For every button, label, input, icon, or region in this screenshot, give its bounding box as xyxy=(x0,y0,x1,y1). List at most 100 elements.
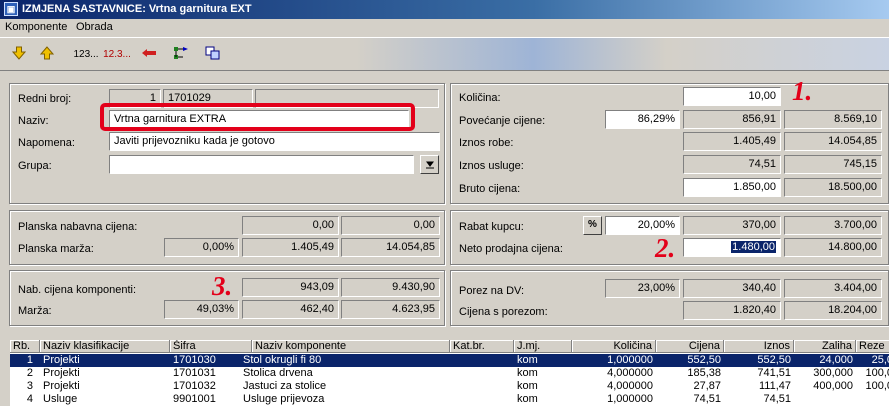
cell-jmj: kom xyxy=(517,380,538,392)
cijena-s-porezom-value2: 18.204,00 xyxy=(784,301,882,320)
col-kolicina[interactable]: Količina xyxy=(572,340,656,353)
grupa-dropdown-button[interactable] xyxy=(420,155,439,174)
rabat-label: Rabat kupcu: xyxy=(459,221,524,233)
col-cijena[interactable]: Cijena xyxy=(656,340,724,353)
cell-reze: 100,0 xyxy=(865,380,889,392)
cell-kolicina: 4,000000 xyxy=(607,380,653,392)
delete-button[interactable] xyxy=(140,46,158,64)
table-row[interactable]: 2 Projekti 1701031 Stolica drvena kom 4,… xyxy=(10,367,889,380)
col-zaliha[interactable]: Zaliha xyxy=(794,340,856,353)
components-grid[interactable]: Rb. Naziv klasifikacije Šifra Naziv komp… xyxy=(10,340,889,406)
move-down-button[interactable] xyxy=(10,46,28,64)
arrow-up-icon xyxy=(39,46,55,60)
napomena-input[interactable]: Javiti prijevozniku kada je gotovo xyxy=(109,132,440,151)
title-bar[interactable]: ▣ IZMJENA SASTAVNICE: Vrtna garnitura EX… xyxy=(0,0,889,19)
marza-value2: 4.623,95 xyxy=(341,300,440,319)
planska-nabavna-value1: 0,00 xyxy=(242,216,339,235)
annotation-1: 1. xyxy=(792,76,813,106)
col-jmj[interactable]: J.mj. xyxy=(514,340,572,353)
table-row[interactable]: 1 Projekti 1701030 Stol okrugli fi 80 ko… xyxy=(10,354,889,367)
col-sifra[interactable]: Šifra xyxy=(170,340,252,353)
cell-rb: 3 xyxy=(26,380,33,392)
grupa-input[interactable] xyxy=(109,155,414,174)
annotation-2: 2. xyxy=(655,233,676,263)
cell-jmj: kom xyxy=(517,393,538,405)
window-title: IZMJENA SASTAVNICE: Vrtna garnitura EXT xyxy=(22,3,252,15)
planska-marza-value1: 1.405,49 xyxy=(242,238,339,257)
cell-naziv: Stol okrugli fi 80 xyxy=(243,354,322,366)
cell-katbr xyxy=(450,354,514,367)
iznos-usluge-value1: 74,51 xyxy=(683,155,781,174)
cell-jmj: kom xyxy=(517,354,538,366)
iznos-usluge-value2: 745,15 xyxy=(784,155,882,174)
redni-broj-label: Redni broj: xyxy=(18,93,72,105)
cell-naziv: Jastuci za stolice xyxy=(243,380,327,392)
rabat-percent-button[interactable]: % xyxy=(583,216,602,235)
nab-cijena-komp-label: Nab. cijena komponenti: xyxy=(18,284,137,296)
menu-obrada[interactable]: Obrada xyxy=(76,21,113,33)
marza-value1: 462,40 xyxy=(242,300,339,319)
table-row[interactable]: 4 Usluge 9901001 Usluge prijevoza kom 1,… xyxy=(10,393,889,406)
povecanje-value2: 8.569,10 xyxy=(784,110,882,129)
download-arrow-icon xyxy=(425,161,434,169)
rabat-value1: 370,00 xyxy=(683,216,781,235)
neto-cijena-input[interactable]: 1.480,00 xyxy=(683,238,781,257)
cell-naziv: Stolica drvena xyxy=(243,367,313,379)
cell-rb: 1 xyxy=(26,354,33,366)
cell-klasifikacija: Projekti xyxy=(43,354,80,366)
renumber-button[interactable]: 123... xyxy=(72,46,100,64)
cell-zaliha: 24,000 xyxy=(819,354,853,366)
toolbar: 123... 12.3... xyxy=(0,37,889,71)
cell-kolicina: 1,000000 xyxy=(607,393,653,405)
cell-jmj: kom xyxy=(517,367,538,379)
grid-header-row: Rb. Naziv klasifikacije Šifra Naziv komp… xyxy=(10,340,889,353)
col-naziv-komponente[interactable]: Naziv komponente xyxy=(252,340,450,353)
cell-reze: 25,0 xyxy=(871,354,889,366)
col-naziv-klasifikacije[interactable]: Naziv klasifikacije xyxy=(40,340,170,353)
planska-nabavna-label: Planska nabavna cijena: xyxy=(18,221,138,233)
naziv-label: Naziv: xyxy=(18,115,49,127)
kolicina-input[interactable]: 10,00 xyxy=(683,87,781,106)
col-reze[interactable]: Reze xyxy=(856,340,889,353)
bruto-cijena-input[interactable]: 1.850,00 xyxy=(683,178,781,197)
tree-insert-button[interactable] xyxy=(172,46,190,64)
red-arrow-icon xyxy=(142,49,156,57)
bruto-cijena-value2: 18.500,00 xyxy=(784,178,882,197)
bruto-cijena-label: Bruto cijena: xyxy=(459,183,521,195)
copy-button[interactable] xyxy=(204,46,222,64)
cell-katbr xyxy=(450,367,514,380)
col-kat-br[interactable]: Kat.br. xyxy=(450,340,514,353)
povecanje-value1: 856,91 xyxy=(683,110,781,129)
cell-iznos: 741,51 xyxy=(757,367,791,379)
copy-icon xyxy=(205,46,220,60)
col-rb[interactable]: Rb. xyxy=(10,340,40,353)
iznos-robe-value1: 1.405,49 xyxy=(683,132,781,151)
planska-marza-label: Planska marža: xyxy=(18,243,94,255)
cijena-s-porezom-value1: 1.820,40 xyxy=(683,301,781,320)
povecanje-label: Povećanje cijene: xyxy=(459,115,546,127)
cell-iznos: 111,47 xyxy=(758,380,791,392)
arrow-down-icon xyxy=(11,46,27,60)
cell-iznos: 74,51 xyxy=(763,393,791,405)
povecanje-pct-input[interactable]: 86,29% xyxy=(605,110,680,129)
table-row[interactable]: 3 Projekti 1701032 Jastuci za stolice ko… xyxy=(10,380,889,393)
renumber-decimal-button[interactable]: 12.3... xyxy=(102,46,132,64)
col-iznos[interactable]: Iznos xyxy=(724,340,794,353)
neto-cijena-value2: 14.800,00 xyxy=(784,238,882,257)
cell-klasifikacija: Usluge xyxy=(43,393,78,405)
cell-cijena: 552,50 xyxy=(687,354,721,366)
cell-zaliha: 300,000 xyxy=(813,367,853,379)
cell-klasifikacija: Projekti xyxy=(43,367,80,379)
move-up-button[interactable] xyxy=(38,46,56,64)
porez-value1: 340,40 xyxy=(683,279,781,298)
annotation-3: 3. xyxy=(212,271,233,301)
cell-reze xyxy=(856,393,889,406)
grupa-label: Grupa: xyxy=(18,160,52,172)
marza-pct: 49,03% xyxy=(164,300,239,319)
tree-icon xyxy=(174,47,188,59)
menu-komponente[interactable]: Komponente xyxy=(5,21,67,33)
planska-nabavna-value2: 0,00 xyxy=(341,216,440,235)
cell-kolicina: 1,000000 xyxy=(607,354,653,366)
naziv-highlight-box xyxy=(100,103,415,131)
kolicina-label: Količina: xyxy=(459,92,501,104)
